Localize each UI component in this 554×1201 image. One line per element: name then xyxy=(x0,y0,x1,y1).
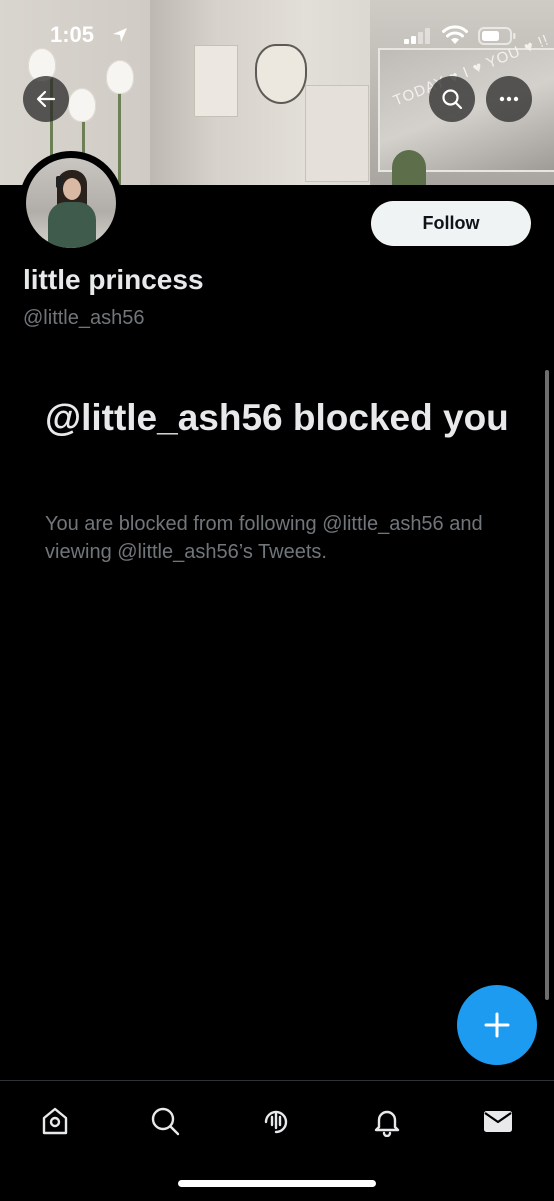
search-icon xyxy=(151,1107,180,1136)
tab-spaces[interactable] xyxy=(256,1101,296,1141)
home-icon xyxy=(42,1107,68,1135)
tab-notifications[interactable] xyxy=(367,1101,407,1141)
tab-messages[interactable] xyxy=(478,1101,518,1141)
spaces-icon xyxy=(264,1110,288,1134)
avatar-face xyxy=(63,178,81,200)
more-options-icon xyxy=(499,96,519,102)
tab-home[interactable] xyxy=(35,1101,75,1141)
messages-envelope-icon xyxy=(484,1111,512,1132)
status-bar: 1:05 xyxy=(0,0,554,72)
compose-tweet-button[interactable] xyxy=(457,985,537,1065)
more-options-button[interactable] xyxy=(486,76,532,122)
plus-icon xyxy=(484,1012,510,1038)
search-button[interactable] xyxy=(429,76,475,122)
blocked-message: You are blocked from following @little_a… xyxy=(45,513,483,563)
display-name: little princess xyxy=(23,264,204,295)
back-button[interactable] xyxy=(23,76,69,122)
blocked-title: @little_ash56 blocked you xyxy=(45,397,509,438)
banner-flower-stem xyxy=(118,85,121,185)
back-arrow-icon xyxy=(36,90,56,108)
status-time: 1:05 xyxy=(50,22,95,47)
avatar-photo xyxy=(26,158,116,248)
scrollbar[interactable] xyxy=(545,370,549,1000)
avatar-body xyxy=(48,202,96,248)
battery-icon xyxy=(478,27,516,45)
search-icon xyxy=(442,89,463,110)
cellular-signal-icon xyxy=(404,28,430,44)
tab-search[interactable] xyxy=(145,1101,185,1141)
avatar-phone xyxy=(56,176,63,188)
banner-sketch xyxy=(305,85,369,182)
banner-tulip xyxy=(68,88,96,122)
location-arrow-icon xyxy=(113,28,127,42)
notifications-bell-icon xyxy=(374,1110,400,1137)
follow-button[interactable]: Follow xyxy=(371,201,531,246)
home-indicator[interactable] xyxy=(178,1180,376,1187)
avatar[interactable] xyxy=(19,151,123,255)
banner-plant xyxy=(392,150,426,185)
wifi-icon xyxy=(442,25,468,44)
profile-handle: @little_ash56 xyxy=(23,307,145,329)
